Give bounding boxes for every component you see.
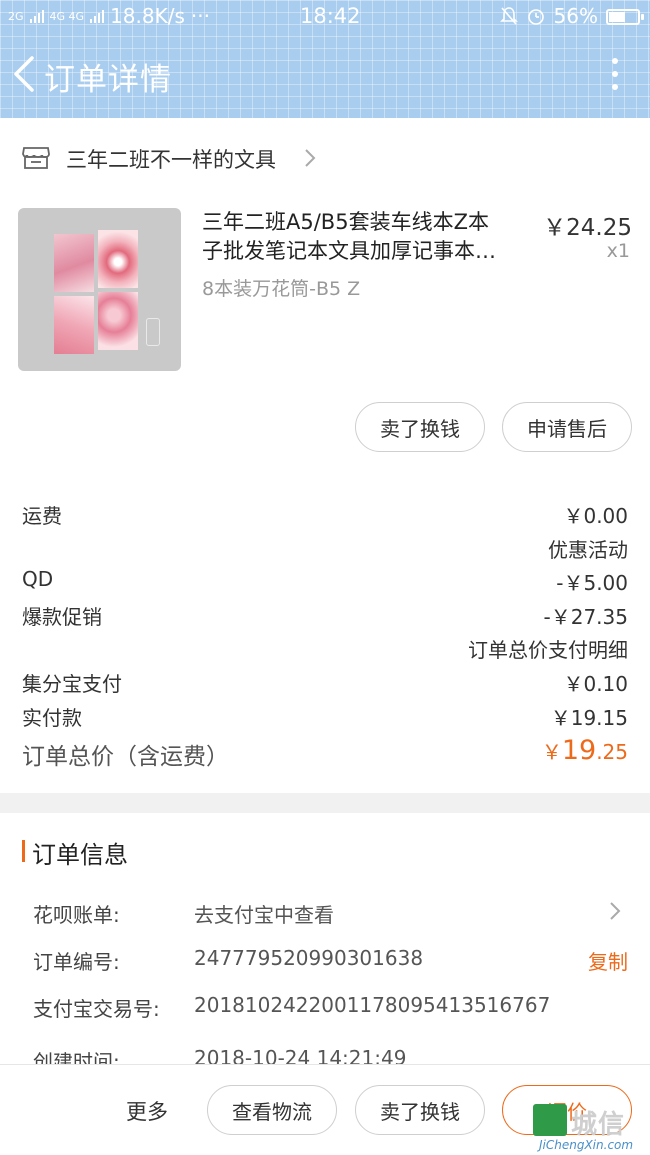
page-title: 订单详情 <box>44 62 172 98</box>
alarm-icon <box>527 9 544 25</box>
order-total-price: ￥19.25 <box>542 735 628 766</box>
section-accent-bar <box>22 840 25 862</box>
notebook-tile <box>98 292 138 350</box>
header: 2G 4G 4G 18.8K/s ··· 18:42 56% 订单详情 <box>0 0 650 118</box>
shipping-row: 运费 ￥0.00 <box>22 500 628 532</box>
more-options-icon[interactable] <box>610 58 620 94</box>
copy-button[interactable]: 复制 <box>588 946 628 975</box>
shop-name[interactable]: 三年二班不一样的文具 <box>66 144 276 174</box>
hot-promo-label: 爆款促销 <box>22 605 102 629</box>
resell-item-button[interactable]: 卖了换钱 <box>355 402 485 452</box>
watermark-mark <box>533 1104 567 1136</box>
signal-bars-icon <box>29 10 44 23</box>
net-speed: 18.8K/s <box>110 4 185 28</box>
total-integer: 19 <box>561 735 597 766</box>
shop-row[interactable]: 三年二班不一样的文具 <box>0 118 650 198</box>
paid-value: ￥19.15 <box>550 706 628 730</box>
status-bar: 2G 4G 4G 18.8K/s ··· 18:42 56% <box>0 0 650 32</box>
back-arrow-icon[interactable] <box>10 54 38 94</box>
watermark-cn: 城信 <box>571 1110 626 1140</box>
order-number-label: 订单编号: <box>33 950 120 974</box>
product-image[interactable] <box>18 208 181 371</box>
product-title-line1: 三年二班A5/B5套装车线本Z本 <box>202 210 489 234</box>
notebook-tile <box>98 230 138 288</box>
watermark-logo: 城信 JiChengXin.com <box>533 1104 650 1155</box>
qd-value: -￥5.00 <box>556 571 628 595</box>
alipay-number-label: 支付宝交易号: <box>33 997 160 1021</box>
order-number-value: 247779520990301638 <box>194 946 424 970</box>
shipping-label: 运费 <box>22 504 62 528</box>
hot-promo-row: 爆款促销 -￥27.35 <box>22 601 628 633</box>
paid-row: 实付款 ￥19.15 <box>22 702 628 734</box>
promo-header: 优惠活动 <box>548 538 628 562</box>
view-logistics-button[interactable]: 查看物流 <box>207 1085 337 1135</box>
signal-bars-icon <box>90 10 105 23</box>
order-number-row: 订单编号: 247779520990301638 复制 <box>33 946 628 980</box>
status-right: 56% <box>499 4 644 28</box>
product-price: ￥24.25 <box>543 215 632 241</box>
title-bar: 订单详情 <box>0 44 650 108</box>
resell-button[interactable]: 卖了换钱 <box>355 1085 485 1135</box>
qd-label: QD <box>22 567 54 591</box>
bell-muted-icon <box>499 7 518 25</box>
order-info-heading: 订单信息 <box>32 841 128 869</box>
huabei-value: 去支付宝中查看 <box>194 903 334 927</box>
jifenbao-row: 集分宝支付 ￥0.10 <box>22 668 628 700</box>
battery-fill <box>609 12 625 22</box>
clock: 18:42 <box>300 4 361 28</box>
jifenbao-value: ￥0.10 <box>563 672 628 696</box>
qd-row: QD -￥5.00 <box>22 567 628 599</box>
product-quantity: x1 <box>606 240 630 262</box>
shop-icon <box>22 147 50 169</box>
order-total-label: 订单总价（含运费） <box>22 744 229 770</box>
pen-case-tile <box>146 318 160 346</box>
hot-promo-value: -￥27.35 <box>543 605 628 629</box>
order-total-row: 订单总价（含运费） ￥19.25 <box>22 735 628 777</box>
battery-icon <box>606 9 644 25</box>
chevron-right-icon <box>610 902 621 920</box>
pay-detail-row: 订单总价支付明细 <box>22 634 628 666</box>
notebook-tile <box>54 296 94 354</box>
product-title[interactable]: 三年二班A5/B5套装车线本Z本 子批发笔记本文具加厚记事本… <box>202 208 532 266</box>
alipay-number-value: 2018102422001178095413516767 <box>194 993 551 1017</box>
signal-4g: 4G 4G <box>49 9 85 23</box>
product-variant: 8本装万花筒-B5 Z <box>202 278 361 300</box>
shipping-value: ￥0.00 <box>563 504 628 528</box>
jifenbao-label: 集分宝支付 <box>22 672 122 696</box>
alipay-number-row: 支付宝交易号: 2018102422001178095413516767 <box>33 993 628 1027</box>
product-title-line2: 子批发笔记本文具加厚记事本… <box>202 239 496 263</box>
section-divider <box>0 793 650 813</box>
after-sale-button[interactable]: 申请售后 <box>502 402 632 452</box>
more-button[interactable]: 更多 <box>126 1096 168 1126</box>
battery-percent: 56% <box>553 4 598 28</box>
paid-label: 实付款 <box>22 706 82 730</box>
status-dots: ··· <box>190 4 210 28</box>
total-decimal: .25 <box>596 740 628 764</box>
status-left: 2G 4G 4G 18.8K/s ··· <box>8 4 210 28</box>
total-currency: ￥ <box>541 740 562 764</box>
watermark-en: JiChengXin.com <box>539 1138 634 1152</box>
huabei-label: 花呗账单: <box>33 903 120 927</box>
promo-header-row: 优惠活动 <box>22 534 628 566</box>
notebook-tile <box>54 234 94 292</box>
chevron-right-icon <box>305 149 316 167</box>
huabei-row[interactable]: 花呗账单: 去支付宝中查看 <box>33 899 628 933</box>
pay-detail-header: 订单总价支付明细 <box>468 638 628 662</box>
signal-2g: 2G <box>8 9 24 23</box>
